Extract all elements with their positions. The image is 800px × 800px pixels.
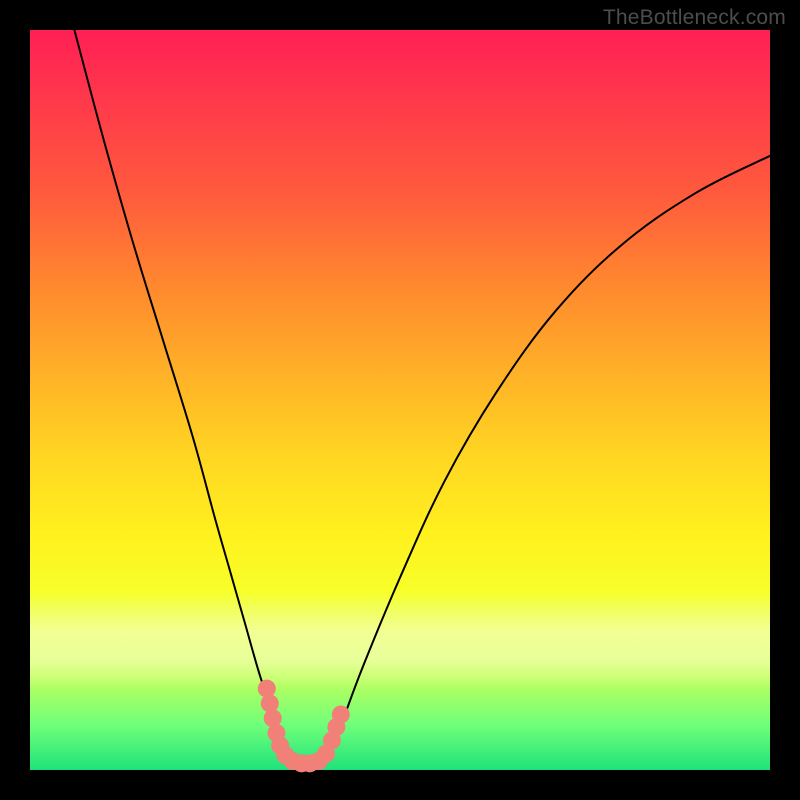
watermark-text: TheBottleneck.com	[603, 6, 786, 30]
marker-dot	[258, 680, 276, 698]
curves-svg	[30, 30, 770, 770]
marker-bottom-pink-segment	[258, 680, 350, 773]
marker-dot	[261, 694, 279, 712]
chart-frame: TheBottleneck.com	[0, 0, 800, 800]
series-left-curve	[74, 30, 292, 763]
marker-layer	[258, 680, 350, 773]
marker-dot	[332, 706, 350, 724]
series-right-curve	[326, 156, 770, 763]
plot-area	[30, 30, 770, 770]
curve-layer	[74, 30, 770, 763]
